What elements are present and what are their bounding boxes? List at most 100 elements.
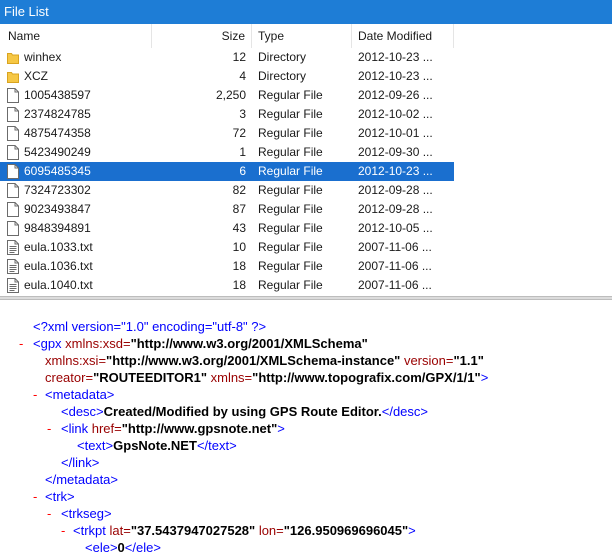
collapse-toggle[interactable]: - (61, 522, 65, 539)
file-type: Directory (258, 69, 307, 83)
file-row[interactable]: winhex 12 Directory 2012-10-23 ... (0, 48, 454, 67)
file-type: Regular File (258, 88, 323, 102)
xml-line: <trk> (45, 488, 75, 505)
file-row[interactable]: 9848394891 43 Regular File 2012-10-05 ... (0, 219, 454, 238)
xml-tag: <trkpt (73, 523, 106, 538)
collapse-toggle[interactable]: - (33, 386, 37, 403)
xml-line: <link href="http://www.gpsnote.net"> (61, 420, 285, 437)
xml-attr: xmlns:xsi= (45, 353, 107, 368)
file-row[interactable]: eula.1036.txt 18 Regular File 2007-11-06 ..… (0, 257, 454, 276)
xml-value: "ROUTEEDITOR1" (93, 370, 207, 385)
file-name: 9023493847 (24, 202, 91, 216)
file-row[interactable]: XCZ 4 Directory 2012-10-23 ... (0, 67, 454, 86)
file-type: Regular File (258, 183, 323, 197)
file-row[interactable]: eula.1040.txt 18 Regular File 2007-11-06 ..… (0, 276, 454, 295)
file-date: 2012-09-26 ... (358, 88, 433, 102)
file-type: Regular File (258, 240, 323, 254)
file-date: 2007-11-06 ... (358, 240, 432, 254)
file-row[interactable]: 9023493847 87 Regular File 2012-09-28 ... (0, 200, 454, 219)
xml-tag: <desc> (61, 404, 104, 419)
xml-line: </metadata> (45, 471, 118, 488)
file-name: eula.1040.txt (24, 278, 93, 292)
file-type: Regular File (258, 126, 323, 140)
file-date: 2012-10-05 ... (358, 221, 433, 235)
xml-viewer[interactable]: <?xml version="1.0" encoding="utf-8" ?> … (0, 300, 612, 553)
xml-tag: > (480, 370, 489, 385)
file-name: 4875474358 (24, 126, 91, 140)
xml-tag: </link> (61, 455, 100, 470)
file-row[interactable]: eula.1033.txt 10 Regular File 2007-11-06 ..… (0, 238, 454, 257)
xml-line: <text>GpsNote.NET</text> (77, 437, 237, 454)
file-row[interactable]: 5423490249 1 Regular File 2012-09-30 ... (0, 143, 454, 162)
file-size: 2,250 (215, 88, 246, 102)
xml-line: </link> (61, 454, 99, 471)
xml-tag: </metadata> (45, 472, 118, 487)
file-date: 2012-10-23 ... (358, 50, 433, 64)
xml-line: <trkpt lat="37.5437947027528" lon="126.9… (73, 522, 416, 539)
file-list[interactable]: Name Size Type Date Modified winhex 12 Dir… (0, 24, 612, 296)
file-size: 18 (232, 259, 246, 273)
file-name: 2374824785 (24, 107, 91, 121)
file-date: 2012-09-28 ... (358, 183, 433, 197)
xml-attr: creator= (45, 370, 94, 385)
file-row[interactable]: 7324723302 82 Regular File 2012-09-28 ... (0, 181, 454, 200)
xml-text: Created/Modified by using GPS Route Edit… (103, 404, 382, 419)
file-size: 4 (239, 69, 246, 83)
file-type: Regular File (258, 107, 323, 121)
file-date: 2012-09-30 ... (358, 145, 433, 159)
file-size: 6 (239, 164, 246, 178)
xml-tag: > (277, 421, 285, 436)
xml-line: <?xml version="1.0" encoding="utf-8" ?> (33, 318, 266, 335)
file-icon (7, 107, 19, 122)
file-size: 18 (232, 278, 246, 292)
column-size[interactable]: Size (152, 24, 252, 48)
file-icon (7, 88, 19, 103)
file-type: Regular File (258, 145, 323, 159)
file-type: Regular File (258, 259, 323, 273)
xml-value: "126.950969696045" (283, 523, 409, 538)
xml-line: <gpx xmlns:xsd="http://www.w3.org/2001/X… (33, 335, 368, 352)
xml-tag: <trkseg> (61, 506, 112, 521)
xml-tag: <link (61, 421, 89, 436)
file-type: Regular File (258, 221, 323, 235)
file-size: 3 (239, 107, 246, 121)
xml-line: xmlns:xsi="http://www.w3.org/2001/XMLSch… (45, 352, 484, 369)
xml-tag: <ele> (85, 540, 118, 553)
file-icon (7, 126, 19, 141)
file-row[interactable]: 1005438597 2,250 Regular File 2012-09-26 ..… (0, 86, 454, 105)
xml-tag: </desc> (381, 404, 428, 419)
column-date[interactable]: Date Modified (352, 24, 454, 48)
column-type[interactable]: Type (252, 24, 352, 48)
collapse-toggle[interactable]: - (47, 420, 51, 437)
file-size: 10 (232, 240, 246, 254)
xml-value: "http://www.gpsnote.net" (121, 421, 278, 436)
file-size: 1 (239, 145, 246, 159)
file-type: Regular File (258, 202, 323, 216)
file-size: 72 (232, 126, 246, 140)
xml-tag: <gpx (33, 336, 62, 351)
xml-tag: </text> (196, 438, 237, 453)
file-row[interactable]: 4875474358 72 Regular File 2012-10-01 ... (0, 124, 454, 143)
file-type: Regular File (258, 278, 323, 292)
collapse-toggle[interactable]: - (19, 335, 23, 352)
collapse-toggle[interactable]: - (33, 488, 37, 505)
xml-value: "37.5437947027528" (130, 523, 256, 538)
file-row[interactable]: 2374824785 3 Regular File 2012-10-02 ... (0, 105, 454, 124)
column-header: Name Size Type Date Modified (0, 24, 454, 48)
xml-text: GpsNote.NET (113, 438, 197, 453)
column-size-label: Size (221, 29, 245, 43)
folder-icon (7, 50, 19, 65)
file-type: Regular File (258, 164, 323, 178)
file-name: eula.1036.txt (24, 259, 93, 273)
xml-value: "http://www.w3.org/2001/XMLSchema-instan… (106, 353, 401, 368)
file-icon (7, 202, 19, 217)
column-date-label: Date Modified (358, 29, 433, 43)
file-name: 7324723302 (24, 183, 91, 197)
file-name: XCZ (24, 69, 48, 83)
xml-line: <ele>0</ele> (85, 539, 161, 553)
column-type-label: Type (258, 29, 285, 43)
column-name[interactable]: Name (0, 24, 152, 48)
collapse-toggle[interactable]: - (47, 505, 51, 522)
xml-value: "http://www.w3.org/2001/XMLSchema" (130, 336, 368, 351)
file-row[interactable]: 6095485345 6 Regular File 2012-10-23 ... (0, 162, 454, 181)
